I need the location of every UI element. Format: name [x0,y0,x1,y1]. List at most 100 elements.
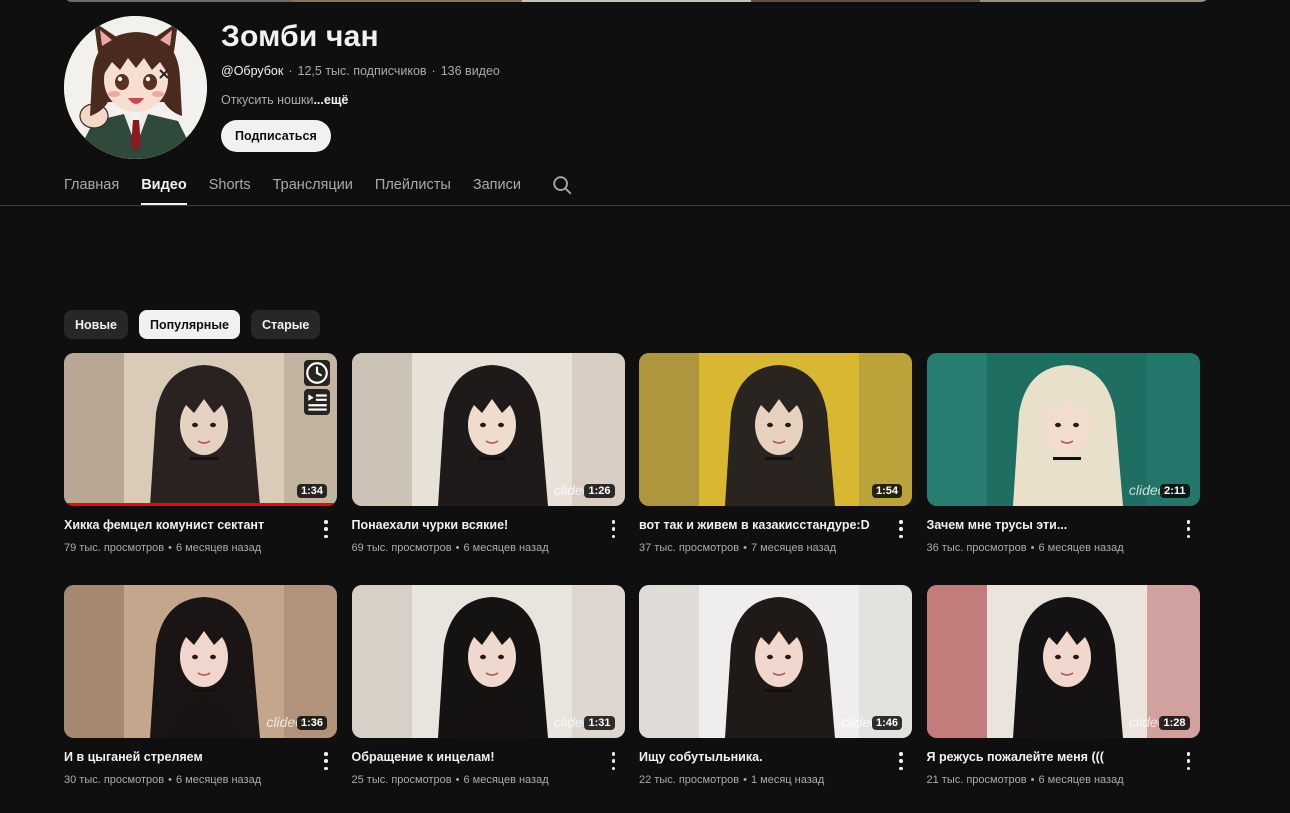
video-card[interactable]: clideo 1:36 И в цыганей стреляем 30 тыс.… [64,585,337,813]
video-meta: 37 тыс. просмотров • 7 месяцев назад [639,542,836,554]
video-menu-button[interactable] [894,751,908,771]
search-icon[interactable] [551,174,573,196]
video-menu-button[interactable] [1182,751,1196,771]
video-thumbnail[interactable]: clideo 1:46 [639,585,912,738]
upload-age: 6 месяцев назад [175,774,262,786]
chip-oldest[interactable]: Старые [251,310,321,339]
video-duration: 1:26 [584,484,615,498]
tab-shorts[interactable]: Shorts [209,166,251,205]
meta-separator: • [1030,774,1035,786]
meta-separator: · [288,64,293,78]
video-card[interactable]: clideo 2:11 Зачем мне трусы эти... 36 ты… [926,353,1200,585]
video-title[interactable]: Я режусь пожалейте меня ((( [927,750,1167,764]
video-title[interactable]: Обращение к инцелам! [352,750,592,764]
video-duration: 1:54 [871,484,902,498]
video-card[interactable]: clideo 1:46 Ищу собутыльника. 22 тыс. пр… [639,585,912,813]
thumbnail-image [639,353,912,506]
video-duration: 1:36 [296,716,327,730]
view-count: 30 тыс. просмотров [64,774,165,786]
meta-separator: • [1030,542,1035,554]
view-count: 21 тыс. просмотров [926,774,1027,786]
video-duration: 2:11 [1160,484,1190,498]
view-count: 37 тыс. просмотров [639,542,740,554]
watch-progress-bar [64,503,337,506]
video-meta: 30 тыс. просмотров • 6 месяцев назад [64,774,261,786]
channel-handle: @Обрубок [221,64,284,78]
tab-home[interactable]: Главная [64,166,119,205]
view-count: 25 тыс. просмотров [351,774,452,786]
upload-age: 7 месяцев назад [750,542,837,554]
video-card[interactable]: clideo 1:26 Понаехали чурки всякие! 69 т… [351,353,625,585]
channel-tabs: Главная Видео Shorts Трансляции Плейлист… [64,166,573,205]
upload-age: 6 месяцев назад [463,774,549,786]
view-count: 36 тыс. просмотров [926,542,1027,554]
video-grid: clideo 1:34 [64,353,1200,813]
video-menu-button[interactable] [894,519,908,539]
meta-separator: • [743,542,747,554]
channel-meta: @Обрубок · 12,5 тыс. подписчиков · 136 видео [221,64,500,78]
video-card[interactable]: clideo 1:28 Я режусь пожалейте меня ((( … [926,585,1200,813]
meta-separator: • [168,774,172,786]
tabs-divider [0,205,1290,206]
avatar-illustration [64,16,207,159]
video-title[interactable]: Хикка фемцел комунист сектант [64,518,304,532]
video-duration: 1:28 [1159,716,1190,730]
description-more-link[interactable]: ...ещё [313,93,348,107]
video-title[interactable]: вот так и живем в казакисстандуре:D [639,518,879,532]
thumbnail-image [64,353,337,506]
chip-newest[interactable]: Новые [64,310,128,339]
meta-separator: • [455,774,460,786]
upload-age: 1 месяц назад [750,774,825,786]
add-to-queue-button[interactable] [304,389,330,415]
view-count: 79 тыс. просмотров [64,542,165,554]
sort-chips: Новые Популярные Старые [64,310,331,339]
meta-separator: • [168,542,172,554]
channel-page: Зомби чан @Обрубок · 12,5 тыс. подписчиков… [0,0,1290,813]
video-card[interactable]: clideo 1:54 вот так и живем в казакисста… [639,353,912,585]
thumbnail-hover-actions [304,360,330,415]
channel-title: Зомби чан [221,20,379,53]
video-count: 136 видео [440,64,500,78]
queue-icon [308,394,327,411]
view-count: 22 тыс. просмотров [639,774,740,786]
subscribe-button[interactable]: Подписаться [221,120,331,152]
video-title[interactable]: Ищу собутыльника. [639,750,879,764]
description-text: Откусить ношки [221,93,314,107]
video-menu-button[interactable] [607,751,621,771]
video-menu-button[interactable] [319,751,333,771]
video-title[interactable]: Зачем мне трусы эти... [927,518,1167,532]
meta-separator: · [431,64,436,78]
tab-playlists[interactable]: Плейлисты [375,166,451,205]
video-menu-button[interactable] [607,519,621,539]
video-meta: 21 тыс. просмотров • 6 месяцев назад [927,774,1124,786]
video-card[interactable]: clideo 1:31 Обращение к инцелам! 25 тыс.… [351,585,625,813]
video-meta: 36 тыс. просмотров • 6 месяцев назад [927,542,1124,554]
video-title[interactable]: И в цыганей стреляем [64,750,304,764]
video-thumbnail[interactable]: clideo 2:11 [926,353,1200,506]
video-title[interactable]: Понаехали чурки всякие! [352,518,592,532]
video-thumbnail[interactable]: clideo 1:26 [351,353,625,506]
tab-live[interactable]: Трансляции [273,166,353,205]
chip-popular[interactable]: Популярные [138,310,240,339]
video-card[interactable]: clideo 1:34 [64,353,337,585]
upload-age: 6 месяцев назад [463,542,549,554]
video-menu-button[interactable] [319,519,333,539]
view-count: 69 тыс. просмотров [351,542,452,554]
video-meta: 69 тыс. просмотров • 6 месяцев назад [352,542,549,554]
channel-avatar[interactable] [64,16,207,159]
video-thumbnail[interactable]: clideo 1:54 [639,353,912,506]
video-menu-button[interactable] [1182,519,1196,539]
video-thumbnail[interactable]: clideo 1:28 [926,585,1200,738]
video-thumbnail[interactable]: clideo 1:36 [64,585,337,738]
tab-posts[interactable]: Записи [473,166,521,205]
video-duration: 1:34 [296,484,327,498]
video-thumbnail[interactable]: clideo 1:31 [351,585,625,738]
tab-videos[interactable]: Видео [141,166,187,205]
clock-icon [306,362,328,384]
channel-description[interactable]: Откусить ношки...ещё [221,93,348,107]
upload-age: 6 месяцев назад [175,542,262,554]
upload-age: 6 месяцев назад [1038,542,1124,554]
watch-later-button[interactable] [304,360,330,386]
video-thumbnail[interactable]: clideo 1:34 [64,353,337,506]
channel-banner[interactable] [64,0,1209,2]
